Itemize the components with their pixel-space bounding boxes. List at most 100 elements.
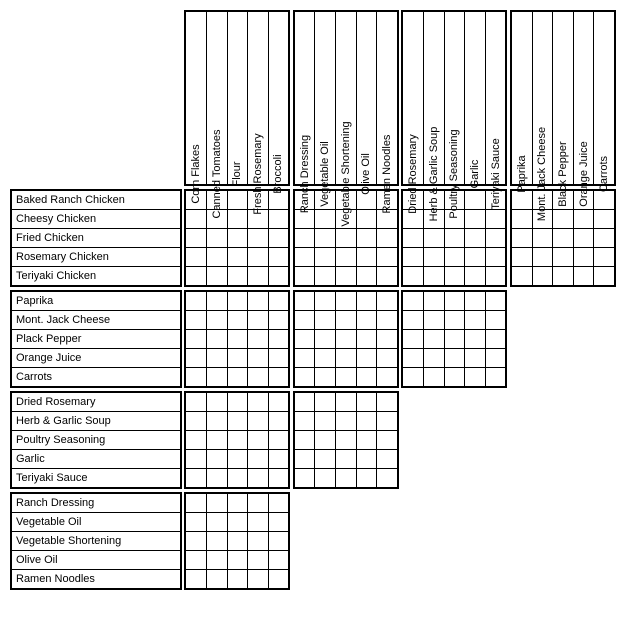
grid-cell[interactable] bbox=[465, 210, 486, 229]
grid-cell[interactable] bbox=[402, 248, 423, 267]
grid-cell[interactable] bbox=[248, 450, 269, 469]
grid-cell[interactable] bbox=[227, 229, 248, 248]
grid-cell[interactable] bbox=[315, 248, 336, 267]
grid-cell[interactable] bbox=[206, 412, 227, 431]
grid-cell[interactable] bbox=[185, 469, 206, 489]
grid-cell[interactable] bbox=[248, 513, 269, 532]
grid-cell[interactable] bbox=[248, 431, 269, 450]
grid-cell[interactable] bbox=[268, 532, 289, 551]
grid-cell[interactable] bbox=[227, 248, 248, 267]
grid-cell[interactable] bbox=[206, 291, 227, 311]
grid-cell[interactable] bbox=[377, 267, 398, 287]
grid-cell[interactable] bbox=[294, 431, 315, 450]
grid-cell[interactable] bbox=[248, 330, 269, 349]
grid-cell[interactable] bbox=[185, 368, 206, 388]
grid-cell[interactable] bbox=[532, 229, 553, 248]
grid-cell[interactable] bbox=[444, 368, 465, 388]
grid-cell[interactable] bbox=[594, 248, 615, 267]
grid-cell[interactable] bbox=[356, 431, 377, 450]
grid-cell[interactable] bbox=[336, 431, 357, 450]
grid-cell[interactable] bbox=[336, 392, 357, 412]
grid-cell[interactable] bbox=[294, 267, 315, 287]
grid-cell[interactable] bbox=[268, 551, 289, 570]
grid-cell[interactable] bbox=[465, 330, 486, 349]
grid-cell[interactable] bbox=[185, 431, 206, 450]
grid-cell[interactable] bbox=[465, 311, 486, 330]
grid-cell[interactable] bbox=[248, 412, 269, 431]
grid-cell[interactable] bbox=[356, 450, 377, 469]
grid-cell[interactable] bbox=[485, 248, 506, 267]
grid-cell[interactable] bbox=[294, 450, 315, 469]
grid-cell[interactable] bbox=[356, 349, 377, 368]
grid-cell[interactable] bbox=[248, 551, 269, 570]
grid-cell[interactable] bbox=[206, 349, 227, 368]
grid-cell[interactable] bbox=[206, 267, 227, 287]
grid-cell[interactable] bbox=[268, 392, 289, 412]
grid-cell[interactable] bbox=[356, 210, 377, 229]
grid-cell[interactable] bbox=[268, 291, 289, 311]
grid-cell[interactable] bbox=[336, 229, 357, 248]
grid-cell[interactable] bbox=[424, 267, 445, 287]
grid-cell[interactable] bbox=[465, 229, 486, 248]
grid-cell[interactable] bbox=[511, 248, 532, 267]
grid-cell[interactable] bbox=[185, 392, 206, 412]
grid-cell[interactable] bbox=[402, 330, 423, 349]
grid-cell[interactable] bbox=[402, 267, 423, 287]
grid-cell[interactable] bbox=[377, 330, 398, 349]
grid-cell[interactable] bbox=[227, 431, 248, 450]
grid-cell[interactable] bbox=[465, 190, 486, 210]
grid-cell[interactable] bbox=[206, 469, 227, 489]
grid-cell[interactable] bbox=[227, 267, 248, 287]
grid-cell[interactable] bbox=[248, 392, 269, 412]
grid-cell[interactable] bbox=[511, 190, 532, 210]
grid-cell[interactable] bbox=[248, 368, 269, 388]
grid-cell[interactable] bbox=[248, 311, 269, 330]
grid-cell[interactable] bbox=[424, 311, 445, 330]
grid-cell[interactable] bbox=[185, 210, 206, 229]
grid-cell[interactable] bbox=[465, 267, 486, 287]
grid-cell[interactable] bbox=[248, 349, 269, 368]
grid-cell[interactable] bbox=[356, 412, 377, 431]
grid-cell[interactable] bbox=[294, 368, 315, 388]
grid-cell[interactable] bbox=[336, 330, 357, 349]
grid-cell[interactable] bbox=[336, 412, 357, 431]
grid-cell[interactable] bbox=[185, 450, 206, 469]
grid-cell[interactable] bbox=[227, 469, 248, 489]
grid-cell[interactable] bbox=[315, 330, 336, 349]
grid-cell[interactable] bbox=[424, 248, 445, 267]
grid-cell[interactable] bbox=[465, 291, 486, 311]
grid-cell[interactable] bbox=[444, 349, 465, 368]
grid-cell[interactable] bbox=[227, 532, 248, 551]
grid-cell[interactable] bbox=[268, 330, 289, 349]
grid-cell[interactable] bbox=[268, 311, 289, 330]
grid-cell[interactable] bbox=[185, 570, 206, 590]
grid-cell[interactable] bbox=[377, 469, 398, 489]
grid-cell[interactable] bbox=[315, 229, 336, 248]
grid-cell[interactable] bbox=[336, 248, 357, 267]
grid-cell[interactable] bbox=[248, 229, 269, 248]
grid-cell[interactable] bbox=[424, 330, 445, 349]
grid-cell[interactable] bbox=[553, 267, 574, 287]
grid-cell[interactable] bbox=[268, 570, 289, 590]
grid-cell[interactable] bbox=[185, 493, 206, 513]
grid-cell[interactable] bbox=[485, 368, 506, 388]
grid-cell[interactable] bbox=[356, 311, 377, 330]
grid-cell[interactable] bbox=[532, 248, 553, 267]
grid-cell[interactable] bbox=[268, 412, 289, 431]
grid-cell[interactable] bbox=[227, 513, 248, 532]
grid-cell[interactable] bbox=[485, 267, 506, 287]
grid-cell[interactable] bbox=[206, 330, 227, 349]
grid-cell[interactable] bbox=[356, 248, 377, 267]
grid-cell[interactable] bbox=[185, 311, 206, 330]
grid-cell[interactable] bbox=[356, 368, 377, 388]
grid-cell[interactable] bbox=[227, 450, 248, 469]
grid-cell[interactable] bbox=[573, 267, 594, 287]
grid-cell[interactable] bbox=[377, 229, 398, 248]
grid-cell[interactable] bbox=[402, 291, 423, 311]
grid-cell[interactable] bbox=[336, 450, 357, 469]
grid-cell[interactable] bbox=[248, 570, 269, 590]
grid-cell[interactable] bbox=[573, 248, 594, 267]
grid-cell[interactable] bbox=[485, 229, 506, 248]
grid-cell[interactable] bbox=[594, 190, 615, 210]
grid-cell[interactable] bbox=[248, 532, 269, 551]
